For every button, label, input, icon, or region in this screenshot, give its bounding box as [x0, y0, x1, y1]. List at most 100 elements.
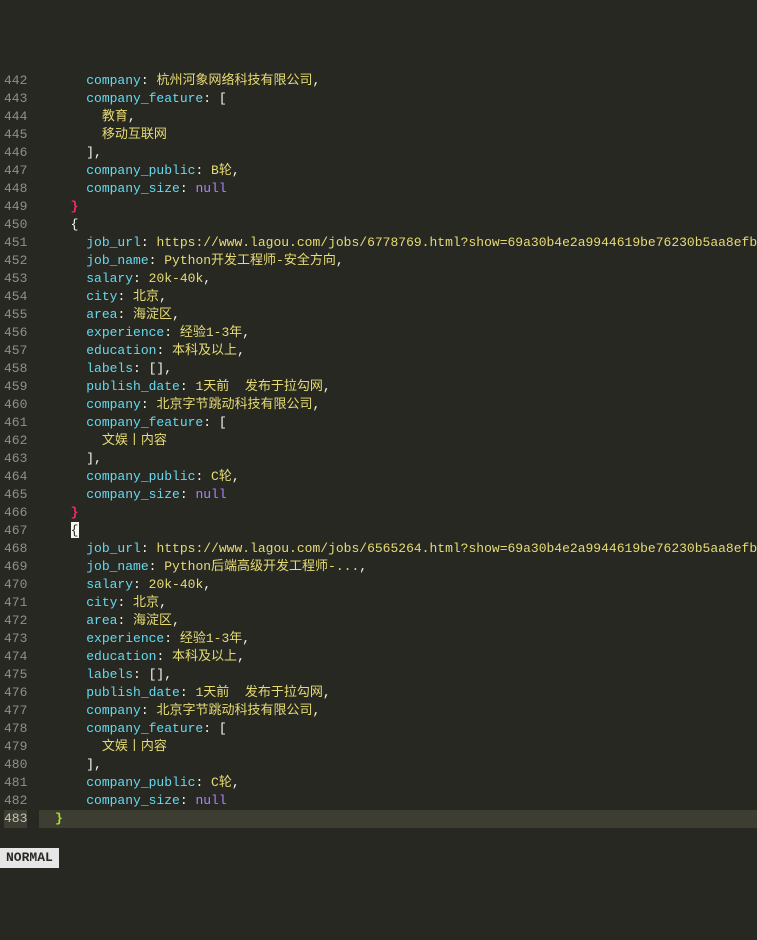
- line-number: 483: [4, 810, 27, 828]
- code-line[interactable]: salary: 20k-40k,: [39, 270, 757, 288]
- token-brace-g: }: [55, 811, 63, 826]
- code-line[interactable]: company_public: C轮,: [39, 774, 757, 792]
- token-key: company_public: [86, 163, 195, 178]
- text-cursor: {: [71, 522, 79, 538]
- code-line[interactable]: 文娱丨内容: [39, 738, 757, 756]
- code-line[interactable]: education: 本科及以上,: [39, 648, 757, 666]
- token-key: company_size: [86, 487, 180, 502]
- token-punct: ,: [237, 649, 245, 664]
- token-punct: :: [149, 253, 165, 268]
- code-line[interactable]: company_feature: [: [39, 720, 757, 738]
- code-line[interactable]: }: [39, 504, 757, 522]
- code-line[interactable]: labels: [],: [39, 666, 757, 684]
- token-punct: ,: [242, 631, 250, 646]
- line-number: 448: [4, 180, 27, 198]
- code-line[interactable]: job_name: Python开发工程师-安全方向,: [39, 252, 757, 270]
- code-line[interactable]: city: 北京,: [39, 594, 757, 612]
- line-number: 474: [4, 648, 27, 666]
- code-line[interactable]: experience: 经验1-3年,: [39, 630, 757, 648]
- line-number: 458: [4, 360, 27, 378]
- code-line[interactable]: city: 北京,: [39, 288, 757, 306]
- token-punct: ,: [159, 595, 167, 610]
- code-line[interactable]: area: 海淀区,: [39, 612, 757, 630]
- token-punct: :: [117, 613, 133, 628]
- token-key: company_feature: [86, 91, 203, 106]
- code-line[interactable]: ],: [39, 144, 757, 162]
- code-line[interactable]: publish_date: 1天前 发布于拉勾网,: [39, 378, 757, 396]
- line-number: 455: [4, 306, 27, 324]
- token-key: education: [86, 649, 156, 664]
- token-punct: : [: [203, 721, 226, 736]
- line-number: 479: [4, 738, 27, 756]
- line-number: 443: [4, 90, 27, 108]
- token-punct: : [: [203, 91, 226, 106]
- line-number: 477: [4, 702, 27, 720]
- token-str: 北京: [133, 289, 159, 304]
- token-punct: :: [149, 559, 165, 574]
- code-line[interactable]: publish_date: 1天前 发布于拉勾网,: [39, 684, 757, 702]
- token-key: education: [86, 343, 156, 358]
- code-line[interactable]: company_feature: [: [39, 414, 757, 432]
- code-line[interactable]: company: 北京字节跳动科技有限公司,: [39, 702, 757, 720]
- code-line[interactable]: company: 北京字节跳动科技有限公司,: [39, 396, 757, 414]
- code-line[interactable]: job_url: https://www.lagou.com/jobs/6778…: [39, 234, 757, 252]
- code-line[interactable]: 移动互联网: [39, 126, 757, 144]
- code-line[interactable]: {: [39, 216, 757, 234]
- token-str: Python后端高级开发工程师-...: [164, 559, 359, 574]
- code-line[interactable]: company_feature: [: [39, 90, 757, 108]
- line-number: 475: [4, 666, 27, 684]
- code-line[interactable]: experience: 经验1-3年,: [39, 324, 757, 342]
- token-str: 经验1-3年: [180, 631, 242, 646]
- code-line[interactable]: company: 杭州河象网络科技有限公司,: [39, 72, 757, 90]
- token-punct: ,: [172, 307, 180, 322]
- code-line[interactable]: 文娱丨内容: [39, 432, 757, 450]
- code-line[interactable]: labels: [],: [39, 360, 757, 378]
- code-line[interactable]: area: 海淀区,: [39, 306, 757, 324]
- code-line[interactable]: company_public: C轮,: [39, 468, 757, 486]
- code-line[interactable]: company_size: null: [39, 792, 757, 810]
- code-line[interactable]: education: 本科及以上,: [39, 342, 757, 360]
- code-line[interactable]: ],: [39, 450, 757, 468]
- token-str: C轮: [211, 469, 232, 484]
- token-punct: ,: [323, 379, 331, 394]
- editor-mode-status: NORMAL: [0, 848, 59, 868]
- code-line[interactable]: job_url: https://www.lagou.com/jobs/6565…: [39, 540, 757, 558]
- token-punct: :: [141, 397, 157, 412]
- token-key: publish_date: [86, 685, 180, 700]
- token-key: company_feature: [86, 415, 203, 430]
- code-line[interactable]: }: [39, 810, 757, 828]
- token-key: company: [86, 73, 141, 88]
- line-number: 481: [4, 774, 27, 792]
- token-str: 本科及以上: [172, 343, 237, 358]
- token-str: 海淀区: [133, 613, 172, 628]
- line-number: 457: [4, 342, 27, 360]
- line-number: 470: [4, 576, 27, 594]
- code-line[interactable]: ],: [39, 756, 757, 774]
- line-number: 456: [4, 324, 27, 342]
- code-editor[interactable]: 4424434444454464474484494504514524534544…: [0, 72, 757, 828]
- code-line[interactable]: salary: 20k-40k,: [39, 576, 757, 594]
- token-punct: ,: [232, 775, 240, 790]
- code-line[interactable]: 教育,: [39, 108, 757, 126]
- token-key: city: [86, 289, 117, 304]
- token-str: 本科及以上: [172, 649, 237, 664]
- code-line[interactable]: job_name: Python后端高级开发工程师-...,: [39, 558, 757, 576]
- token-punct: ,: [312, 703, 320, 718]
- line-number: 460: [4, 396, 27, 414]
- token-str: 海淀区: [133, 307, 172, 322]
- token-punct: ,: [203, 271, 211, 286]
- line-number: 469: [4, 558, 27, 576]
- code-line[interactable]: company_size: null: [39, 486, 757, 504]
- code-line[interactable]: company_size: null: [39, 180, 757, 198]
- code-line[interactable]: {: [39, 522, 757, 540]
- code-line[interactable]: }: [39, 198, 757, 216]
- token-key: salary: [86, 577, 133, 592]
- line-number: 442: [4, 72, 27, 90]
- line-number: 472: [4, 612, 27, 630]
- code-line[interactable]: company_public: B轮,: [39, 162, 757, 180]
- token-key: labels: [86, 361, 133, 376]
- token-punct: ,: [359, 559, 367, 574]
- code-content[interactable]: company: 杭州河象网络科技有限公司, company_feature: …: [35, 72, 757, 828]
- token-punct: :: [195, 163, 211, 178]
- line-number: 451: [4, 234, 27, 252]
